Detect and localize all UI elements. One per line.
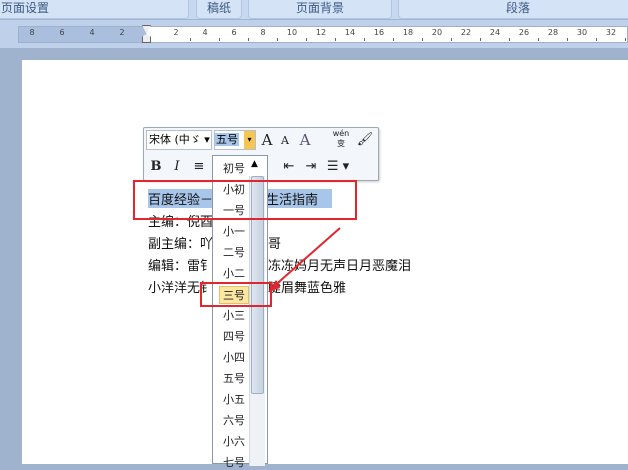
annotation-arrow (268, 227, 341, 292)
